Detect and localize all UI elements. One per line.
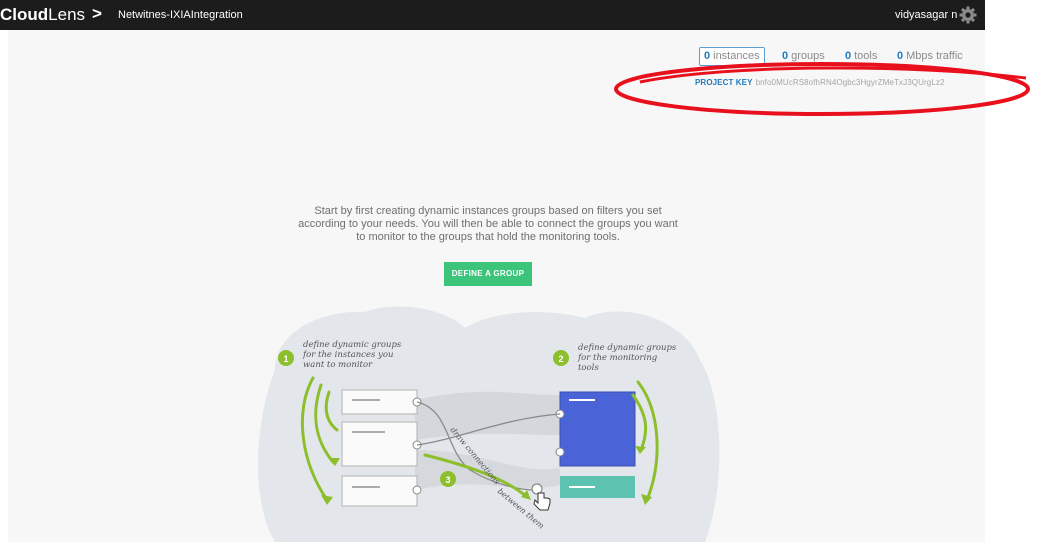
workflow-illustration: 1 define dynamic groups for the instance… xyxy=(258,306,720,542)
cloudlens-logo[interactable]: CloudLens xyxy=(0,5,85,25)
step-3-number: 3 xyxy=(445,475,450,485)
tool-boxes xyxy=(555,391,636,498)
instance-boxes xyxy=(341,389,422,507)
step-1-line-3: want to monitor xyxy=(303,360,373,370)
step-2-number: 2 xyxy=(558,354,563,364)
top-bar: CloudLens > Netwitnes-IXIAIntegration vi… xyxy=(0,0,985,30)
step-1-number: 1 xyxy=(283,354,288,364)
user-menu[interactable]: vidyasagar n xyxy=(895,9,957,21)
breadcrumb-project-name[interactable]: Netwitnes-IXIAIntegration xyxy=(118,9,243,21)
step-1-line-2: for the instances you xyxy=(302,350,393,360)
gear-icon[interactable] xyxy=(958,5,978,25)
intro-text: Start by first creating dynamic instance… xyxy=(298,205,678,243)
step-1-line-1: define dynamic groups xyxy=(303,340,402,350)
step-2-line-1: define dynamic groups xyxy=(578,343,677,353)
red-annotation-ellipse xyxy=(614,62,1030,116)
step-2-line-2: for the monitoring xyxy=(577,353,658,363)
logo-light: Lens xyxy=(48,5,86,24)
define-group-button[interactable]: DEFINE A GROUP xyxy=(444,262,532,286)
breadcrumb-separator: > xyxy=(92,4,102,23)
step-2-line-3: tools xyxy=(578,363,599,373)
logo-bold: Cloud xyxy=(0,5,49,24)
